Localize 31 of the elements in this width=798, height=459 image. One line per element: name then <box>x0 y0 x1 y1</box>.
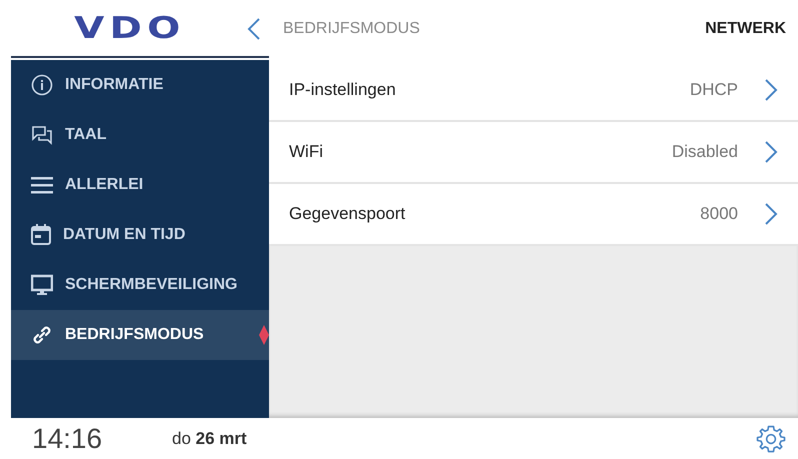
page-title: BEDRIJFSMODUS <box>283 20 421 38</box>
chevron-right-icon <box>764 140 778 164</box>
monitor-icon <box>31 274 53 296</box>
link-icon <box>31 324 53 346</box>
setting-value: DHCP <box>690 80 738 100</box>
settings-row[interactable]: Gegevenspoort 8000 <box>269 184 798 246</box>
info-icon <box>31 74 53 96</box>
settings-row[interactable]: IP-instellingen DHCP <box>269 60 798 122</box>
date-text: do 26 mrt <box>172 428 247 448</box>
sidebar-item[interactable]: TAAL <box>11 110 269 160</box>
settings-icon[interactable] <box>756 424 786 454</box>
clock-time: 14:16 <box>32 422 104 454</box>
setting-label: Gegevenspoort <box>289 204 406 224</box>
chevron-right-icon <box>764 78 778 102</box>
setting-value: 8000 <box>700 204 738 224</box>
setting-label: WiFi <box>289 142 324 162</box>
menu-icon <box>31 176 53 194</box>
sidebar-item[interactable]: BEDRIJFSMODUS <box>11 310 269 360</box>
sidebar-item[interactable]: DATUM EN TIJD <box>11 210 269 260</box>
chat-bubbles-icon <box>31 124 53 146</box>
sidebar-item[interactable]: SCHERMBEVEILIGING <box>11 260 269 310</box>
setting-value: Disabled <box>672 142 738 162</box>
settings-row[interactable]: WiFi Disabled <box>269 122 798 184</box>
vdo-logo: VDO <box>74 10 186 46</box>
calendar-icon <box>31 224 51 246</box>
setting-label: IP-instellingen <box>289 80 397 100</box>
sidebar-item[interactable]: ALLERLEI <box>11 160 269 210</box>
chevron-right-icon <box>764 202 778 226</box>
sidebar-item[interactable]: INFORMATIE <box>11 60 269 110</box>
section-title: NETWERK <box>705 20 786 38</box>
back-chevron-icon[interactable] <box>247 17 261 41</box>
